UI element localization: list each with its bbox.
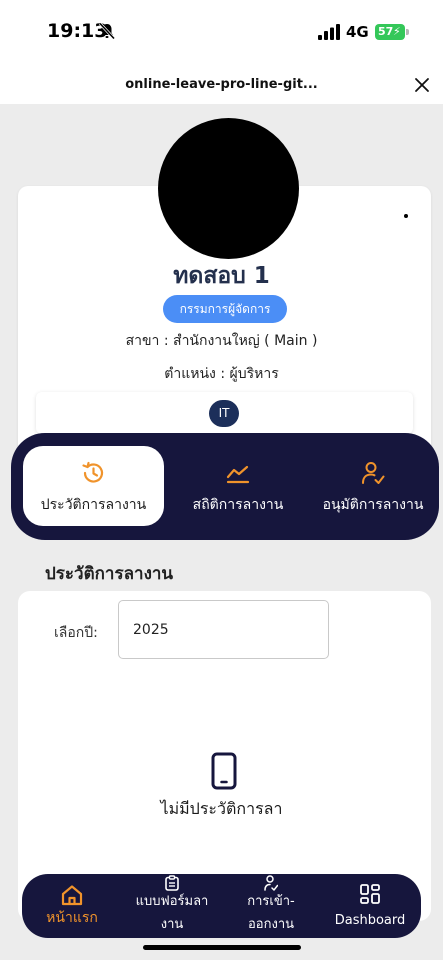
battery-cap xyxy=(406,29,409,35)
nav-label: Dashboard xyxy=(334,913,406,928)
home-indicator xyxy=(143,945,301,950)
home-icon xyxy=(61,885,83,906)
nav-label: การเข้า- xyxy=(247,894,295,909)
nav-attendance[interactable]: การเข้า- ออกงาน xyxy=(230,874,312,938)
phone-icon xyxy=(211,752,237,790)
profile-position: ตำแหน่ง : ผู้บริหาร xyxy=(164,366,279,382)
nav-label: หน้าแรก xyxy=(46,910,98,926)
year-input[interactable] xyxy=(118,600,329,659)
user-check-icon xyxy=(362,462,385,484)
tab-label: ประวัติการลางาน xyxy=(40,497,147,513)
user-clock-icon xyxy=(264,875,278,891)
more-dot-icon[interactable] xyxy=(404,214,408,218)
close-icon[interactable] xyxy=(414,77,430,93)
nav-label-line2: งาน xyxy=(160,917,184,932)
nav-leave-form[interactable]: แบบฟอร์มลา งาน xyxy=(128,874,216,938)
nav-label-line2: ออกงาน xyxy=(247,917,295,932)
empty-state-text: ไม่มีประวัติการลา xyxy=(160,799,283,818)
year-label: เลือกปี: xyxy=(54,625,98,641)
role-badge: กรรมการผู้จัดการ xyxy=(163,295,287,323)
chart-line-icon xyxy=(226,465,250,484)
nav-label: แบบฟอร์มลา xyxy=(135,894,209,909)
tab-label: สถิติการลางาน xyxy=(192,497,284,513)
tab-leave-approval[interactable]: อนุมัติการลางาน xyxy=(313,446,433,526)
avatar xyxy=(158,118,299,259)
tab-leave-history[interactable]: ประวัติการลางาน xyxy=(23,446,164,526)
nav-dashboard[interactable]: Dashboard xyxy=(330,874,410,938)
battery-indicator: 57 ⚡ xyxy=(375,24,405,40)
browser-header: online-leave-pro-line-git... xyxy=(0,62,443,104)
history-icon xyxy=(82,461,104,483)
dashboard-icon xyxy=(360,884,380,904)
profile-name: ทดสอบ 1 xyxy=(173,263,270,289)
tab-leave-statistics[interactable]: สถิติการลางาน xyxy=(180,446,296,526)
clipboard-icon xyxy=(165,875,179,891)
page-url-title: online-leave-pro-line-git... xyxy=(125,77,318,92)
profile-branch: สาขา : สำนักงานใหญ่ ( Main ) xyxy=(125,333,318,349)
tab-label: อนุมัติการลางาน xyxy=(322,497,424,513)
bell-muted-icon xyxy=(98,22,116,40)
signal-icon xyxy=(318,24,340,40)
network-type: 4G xyxy=(346,23,369,41)
nav-home[interactable]: หน้าแรก xyxy=(30,874,114,938)
status-bar: 19:13 4G 57 ⚡ xyxy=(0,0,443,62)
battery-level: 57 xyxy=(378,25,394,38)
section-title: ประวัติการลางาน xyxy=(45,564,174,584)
charging-icon: ⚡ xyxy=(393,25,401,38)
department-badge: IT xyxy=(209,400,239,427)
